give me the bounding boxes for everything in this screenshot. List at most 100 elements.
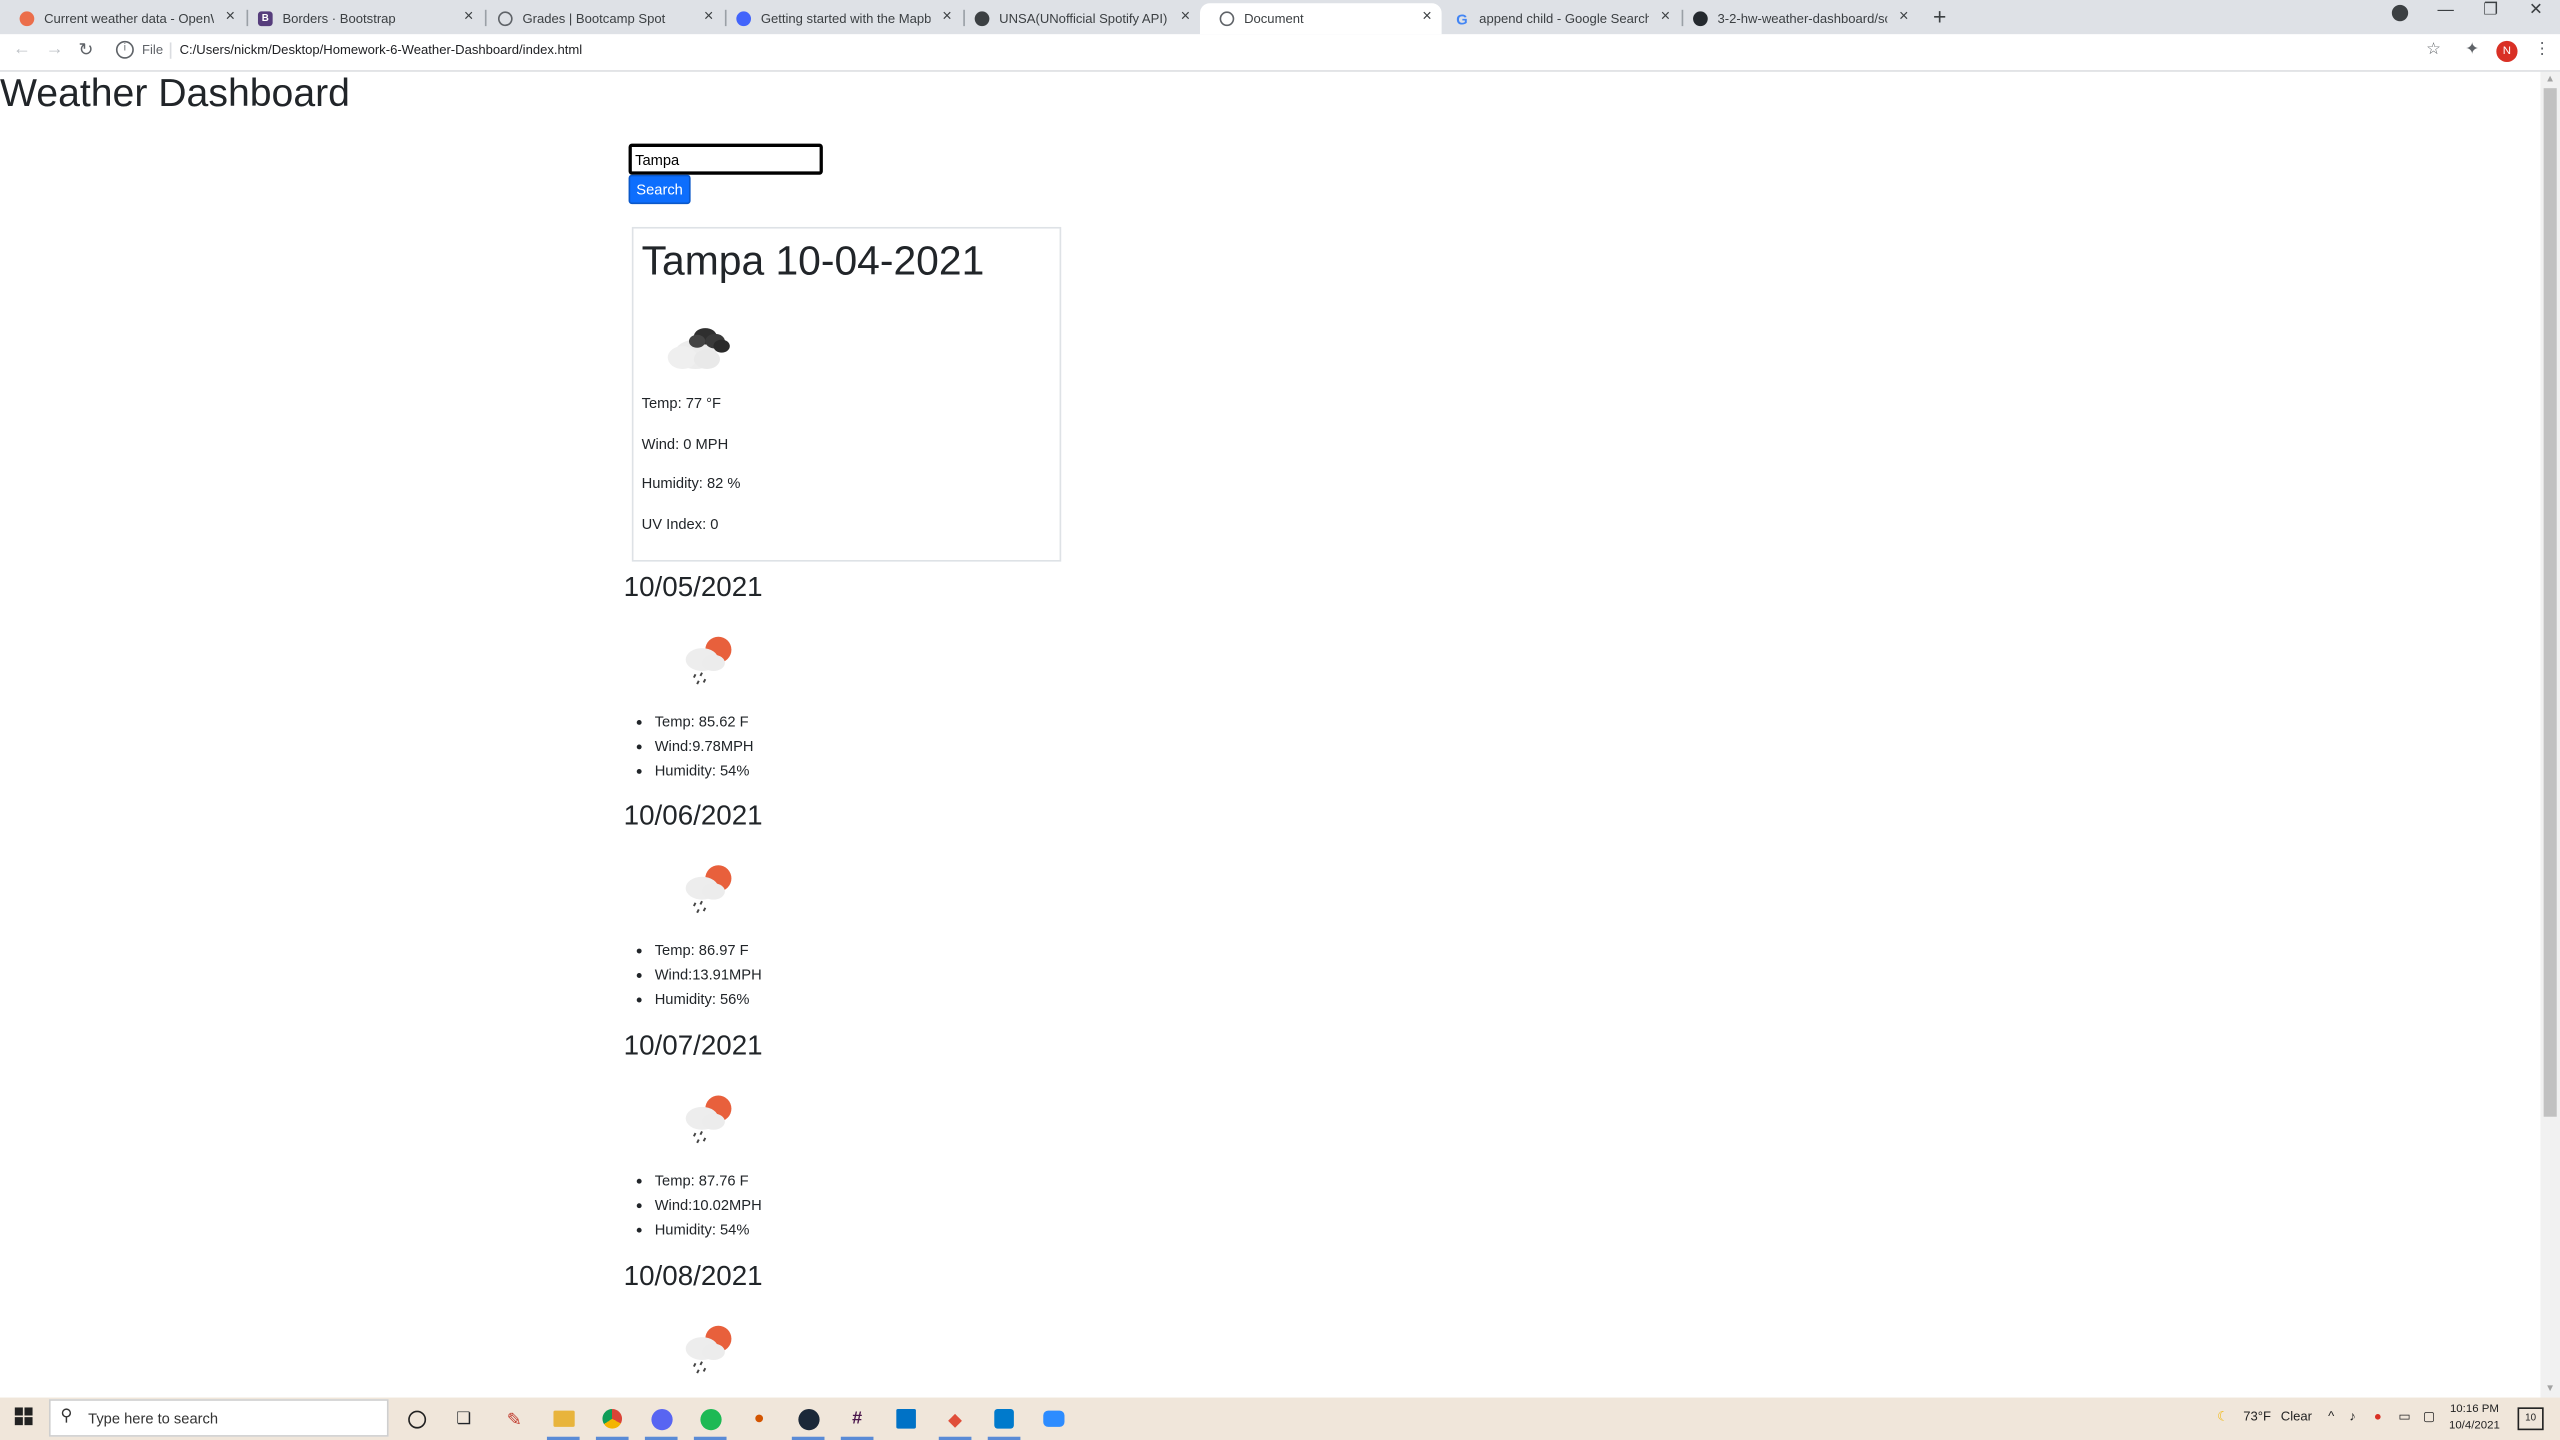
current-humidity: Humidity: 82 % bbox=[641, 475, 741, 492]
browser-toolbar: ← → ↻ i File C:/Users/nickm/Desktop/Home… bbox=[0, 34, 2560, 72]
google-icon: G bbox=[1456, 10, 1468, 27]
zoom-icon[interactable] bbox=[1037, 1402, 1070, 1435]
vertical-scrollbar[interactable]: ▲ ▼ bbox=[2540, 71, 2560, 1398]
tab-bootcamp[interactable]: Grades | Bootcamp Spot × bbox=[478, 3, 723, 34]
bookmark-star-icon[interactable]: ☆ bbox=[2426, 41, 2441, 59]
weather-moon-icon: ☾ bbox=[2217, 1408, 2229, 1424]
tab-mapbox[interactable]: Getting started with the Mapbox × bbox=[717, 3, 962, 34]
current-wind: Wind: 0 MPH bbox=[641, 435, 729, 453]
security-icon[interactable]: ● bbox=[2374, 1409, 2382, 1424]
tab-bootstrap[interactable]: B Borders · Bootstrap × bbox=[238, 3, 483, 34]
user-icon bbox=[974, 11, 990, 27]
search-button[interactable]: Search bbox=[628, 174, 691, 205]
forecast-temp: Temp: 85.62 F bbox=[627, 712, 754, 736]
mapbox-icon bbox=[736, 11, 752, 27]
forecast-humidity: Humidity: 54% bbox=[627, 1220, 762, 1244]
window-close-icon[interactable]: ✕ bbox=[2529, 2, 2543, 20]
scroll-down-icon[interactable]: ▼ bbox=[2545, 1384, 2555, 1394]
forecast-date: 10/06/2021 bbox=[623, 799, 763, 832]
forecast-details: Temp: 86.97 F Wind:13.91MPH Humidity: 56… bbox=[627, 940, 762, 1013]
forecast-date: 10/08/2021 bbox=[623, 1260, 763, 1292]
tab-github[interactable]: 3-2-hw-weather-dashboard/scrip × bbox=[1673, 3, 1918, 34]
close-icon[interactable]: × bbox=[1661, 8, 1671, 26]
address-divider bbox=[169, 42, 172, 59]
cortana-icon[interactable] bbox=[400, 1402, 433, 1435]
forecast-wind: Wind:13.91MPH bbox=[627, 965, 762, 989]
tray-expand-icon[interactable]: ^ bbox=[2328, 1409, 2334, 1424]
slack-icon[interactable]: # bbox=[840, 1402, 874, 1440]
vscode-icon[interactable] bbox=[987, 1402, 1021, 1440]
profile-avatar[interactable]: N bbox=[2496, 40, 2518, 63]
city-search-input[interactable] bbox=[628, 143, 823, 175]
extensions-icon[interactable]: ✦ bbox=[2465, 41, 2479, 59]
network-icon[interactable]: ▭ bbox=[2398, 1409, 2410, 1424]
forecast-humidity: Humidity: 56% bbox=[627, 989, 762, 1013]
tab-label: UNSA(UNofficial Spotify API) API bbox=[999, 11, 1169, 27]
windows-start-icon[interactable] bbox=[14, 1407, 33, 1426]
tab-google-search[interactable]: G append child - Google Search × bbox=[1435, 3, 1680, 34]
globe-icon bbox=[497, 11, 513, 27]
taskbar-search[interactable]: ⚲ Type here to search bbox=[48, 1399, 389, 1437]
info-icon[interactable]: i bbox=[115, 40, 134, 59]
address-scheme-label: File bbox=[142, 42, 164, 58]
steam-icon[interactable] bbox=[791, 1402, 825, 1440]
page-title: Weather Dashboard bbox=[0, 71, 350, 116]
bootstrap-icon: B bbox=[257, 11, 273, 27]
tab-label: append child - Google Search bbox=[1479, 11, 1649, 27]
tab-label: Borders · Bootstrap bbox=[282, 11, 396, 27]
tab-label: 3-2-hw-weather-dashboard/scrip bbox=[1717, 11, 1888, 27]
close-icon[interactable]: × bbox=[226, 8, 236, 26]
tab-label: Current weather data - OpenWea bbox=[44, 11, 214, 27]
forecast-temp: Temp: 87.76 F bbox=[627, 1171, 762, 1195]
close-icon[interactable]: × bbox=[1181, 8, 1191, 26]
app-flame-icon[interactable]: ● bbox=[743, 1402, 776, 1435]
forecast-details: Temp: 85.62 F Wind:9.78MPH Humidity: 54% bbox=[627, 712, 754, 785]
notification-center-icon[interactable]: 10 bbox=[2517, 1407, 2544, 1431]
close-icon[interactable]: × bbox=[1899, 8, 1909, 26]
close-icon[interactable]: × bbox=[464, 8, 474, 26]
restore-icon[interactable]: ❐ bbox=[2483, 2, 2498, 20]
outlook-icon[interactable] bbox=[890, 1402, 923, 1435]
tab-search-icon[interactable] bbox=[2391, 4, 2409, 22]
forecast-date: 10/07/2021 bbox=[623, 1030, 763, 1062]
close-icon[interactable]: × bbox=[942, 8, 952, 26]
scrollbar-thumb[interactable] bbox=[2543, 88, 2557, 1117]
address-bar[interactable]: C:/Users/nickm/Desktop/Homework-6-Weathe… bbox=[180, 42, 583, 57]
forecast-details: Temp: 87.76 F Wind:10.02MPH Humidity: 54… bbox=[627, 1171, 762, 1244]
close-icon[interactable]: × bbox=[704, 8, 714, 26]
file-explorer-icon[interactable] bbox=[546, 1402, 580, 1440]
forward-icon[interactable]: → bbox=[46, 39, 64, 59]
volume-icon[interactable]: ♪ bbox=[2349, 1409, 2356, 1424]
tab-openweather[interactable]: Current weather data - OpenWea × bbox=[0, 3, 245, 34]
tab-spotify-api[interactable]: UNSA(UNofficial Spotify API) API × bbox=[955, 3, 1200, 34]
taskbar-weather-condition[interactable]: Clear bbox=[2281, 1409, 2312, 1424]
taskbar-clock[interactable]: 10:16 PM 10/4/2021 bbox=[2449, 1402, 2500, 1435]
current-uv-index: UV Index: 0 bbox=[641, 515, 719, 533]
taskbar-search-placeholder: Type here to search bbox=[88, 1410, 219, 1427]
reload-icon[interactable]: ↻ bbox=[78, 39, 93, 61]
scroll-up-icon[interactable]: ▲ bbox=[2545, 75, 2555, 85]
forecast-wind: Wind:10.02MPH bbox=[627, 1195, 762, 1219]
new-tab-icon[interactable]: + bbox=[1933, 3, 1946, 29]
taskbar-weather-temp[interactable]: 73°F bbox=[2243, 1409, 2271, 1424]
rain-icon bbox=[685, 1325, 732, 1374]
spotify-icon[interactable] bbox=[693, 1402, 727, 1440]
minimize-icon[interactable]: — bbox=[2438, 2, 2454, 20]
back-icon[interactable]: ← bbox=[13, 39, 31, 59]
discord-icon[interactable] bbox=[644, 1402, 678, 1440]
github-icon bbox=[1693, 11, 1708, 27]
close-icon[interactable]: × bbox=[1422, 8, 1432, 26]
tab-strip: Current weather data - OpenWea × B Borde… bbox=[0, 0, 2560, 35]
forecast-wind: Wind:9.78MPH bbox=[627, 736, 754, 760]
tab-document[interactable]: Document × bbox=[1199, 3, 1442, 35]
browser-menu-icon[interactable]: ⋮ bbox=[2534, 41, 2550, 59]
globe-icon bbox=[1219, 11, 1235, 27]
page-content: Weather Dashboard Search Tampa 10-04-202… bbox=[0, 71, 2541, 1398]
paint-app-icon[interactable]: ✎ bbox=[498, 1402, 531, 1435]
sourcetree-icon[interactable]: ◆ bbox=[938, 1402, 972, 1440]
task-view-icon[interactable]: ❏ bbox=[447, 1402, 480, 1435]
chrome-icon[interactable] bbox=[595, 1402, 629, 1440]
broken-clouds-icon bbox=[667, 328, 730, 369]
display-icon[interactable]: ▢ bbox=[2423, 1409, 2435, 1424]
forecast-date: 10/05/2021 bbox=[623, 571, 763, 603]
